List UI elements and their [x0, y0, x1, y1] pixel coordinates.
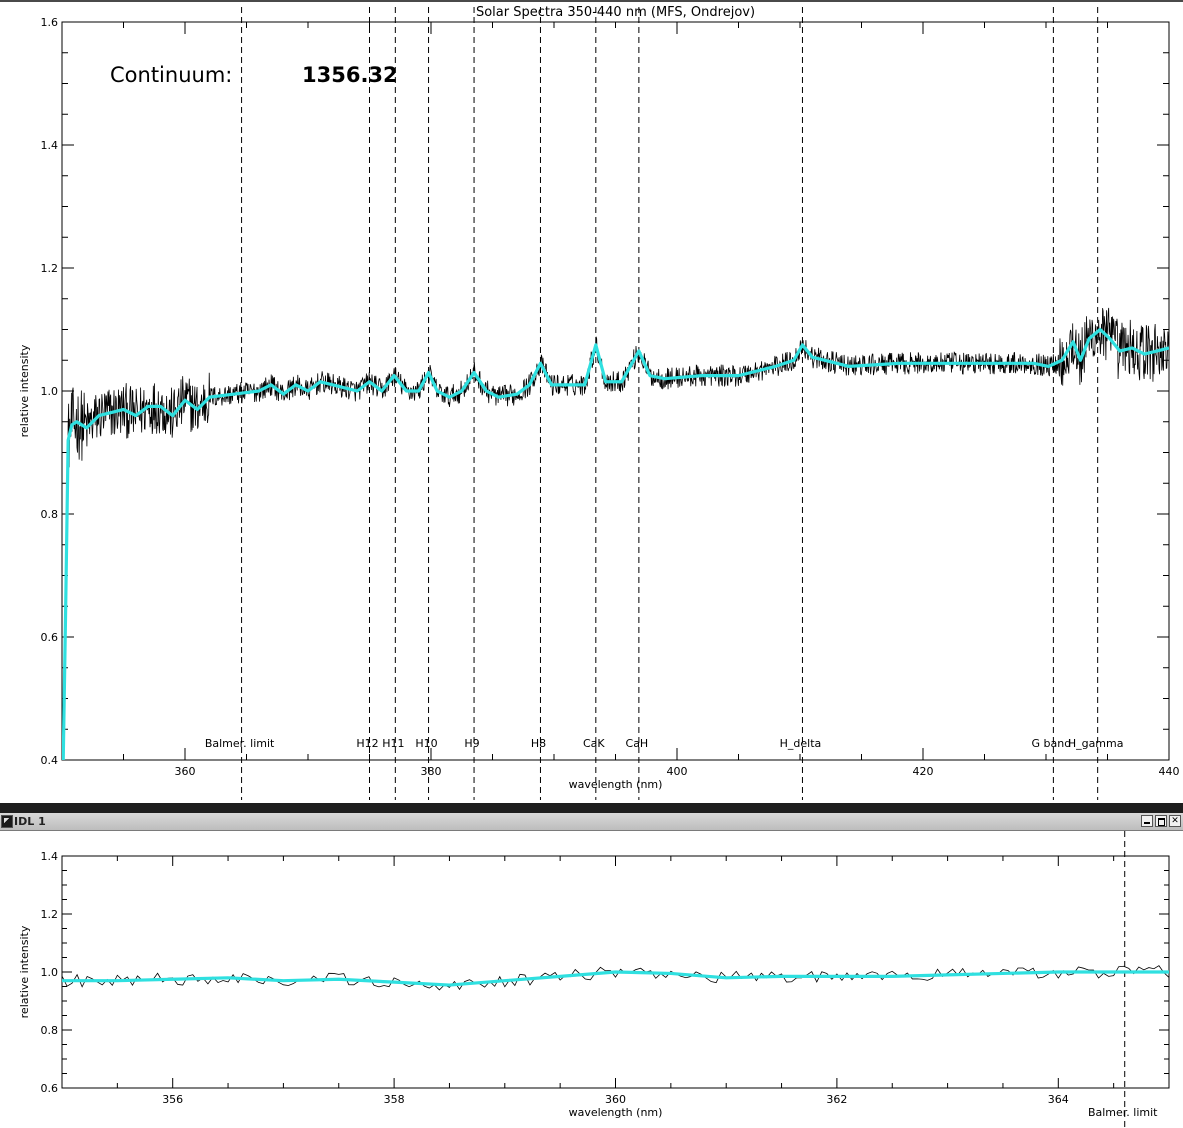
spectrum-window: 0.4 0.6 0.8 1.0 1.2 1.4 1.6 360 380 400 420 440 wave…: [0, 0, 1183, 803]
y-tick-label: 1.6: [41, 16, 59, 29]
idl-app-icon[interactable]: [1, 815, 13, 828]
y-axis-label-overview: relative intensity: [18, 344, 31, 437]
x-tick-label: 420: [913, 765, 934, 778]
y-tick-label: 1.0: [41, 385, 59, 398]
y-tick-label: 1.2: [41, 908, 59, 921]
y-tick-label: 0.8: [41, 508, 59, 521]
idl-window-titlebar[interactable]: IDL 1: [0, 813, 1183, 831]
line-marker-label: H_gamma: [1068, 737, 1124, 750]
line-marker-label: H12: [356, 737, 378, 750]
x-tick-label: 356: [162, 1093, 183, 1106]
y-tick-label: 1.4: [41, 139, 59, 152]
y-axis-label-zoom: relative intensity: [18, 925, 31, 1018]
line-marker-label: CaK: [583, 737, 605, 750]
x-tick-label: 360: [175, 765, 196, 778]
line-marker-label: H11: [382, 737, 404, 750]
continuum-label: Continuum:: [110, 63, 232, 87]
line-marker-label: H10: [415, 737, 437, 750]
smoothed-fit-overview: [62, 327, 1169, 760]
idl-window-content: 0.6 0.8 1.0 1.2 1.4 356 358 360 362 364 wavelength…: [0, 831, 1183, 1128]
x-tick-label: 400: [667, 765, 688, 778]
x-tick-label: 364: [1048, 1093, 1069, 1106]
line-marker-label: G band: [1032, 737, 1072, 750]
y-tick-label: 1.2: [41, 262, 59, 275]
y-tick-label: 0.6: [41, 1082, 59, 1095]
x-tick-label: 380: [421, 765, 442, 778]
overview-spectrum-plot: 0.4 0.6 0.8 1.0 1.2 1.4 1.6 360 380 400 420 440 wave…: [18, 5, 1180, 800]
x-tick-label: 440: [1159, 765, 1180, 778]
maximize-button[interactable]: [1155, 815, 1167, 827]
zoom-spectrum-plot: 0.6 0.8 1.0 1.2 1.4 356 358 360 362 364 wavelength…: [18, 831, 1170, 1128]
minimize-button[interactable]: [1141, 815, 1153, 827]
smoothed-fit-zoom: [62, 970, 1169, 987]
line-marker-label: CaH: [626, 737, 649, 750]
idl-window-title: IDL 1: [14, 815, 46, 828]
line-marker-label: Balmer. limit: [1088, 1106, 1158, 1119]
line-marker-label: Balmer. limit: [205, 737, 275, 750]
y-tick-label: 0.6: [41, 631, 59, 644]
x-tick-label: 358: [384, 1093, 405, 1106]
y-tick-label: 0.8: [41, 1024, 59, 1037]
x-axis-label-overview: wavelength (nm): [569, 778, 663, 791]
line-marker-label: H9: [464, 737, 479, 750]
line-marker-label: H_delta: [780, 737, 822, 750]
x-axis-label-zoom: wavelength (nm): [569, 1106, 663, 1119]
chart-title: Solar Spectra 350-440 nm (MFS, Ondrejov): [476, 5, 755, 20]
window-gap-bar: [0, 803, 1183, 813]
x-tick-label: 362: [826, 1093, 847, 1106]
y-tick-label: 1.4: [41, 850, 59, 863]
y-tick-label: 0.4: [41, 754, 59, 767]
line-marker-label: H8: [531, 737, 546, 750]
x-tick-label: 360: [605, 1093, 626, 1106]
continuum-value: 1356.32: [302, 63, 398, 87]
y-tick-label: 1.0: [41, 966, 59, 979]
close-button[interactable]: [1169, 815, 1181, 827]
